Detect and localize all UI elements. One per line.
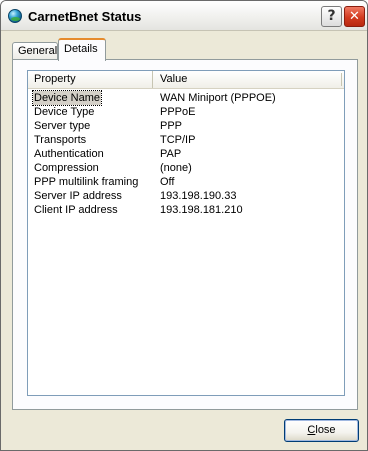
table-row[interactable]: PPP multilink framing Off [28,175,344,189]
close-button-label: Close [307,424,336,436]
help-button[interactable]: ? [321,6,342,27]
property-cell: Compression [34,162,99,174]
property-cell: PPP multilink framing [34,176,139,188]
value-cell: (none) [160,162,192,174]
value-cell: Off [160,176,175,188]
table-row[interactable]: Server IP address 193.198.190.33 [28,189,344,203]
value-cell: PAP [160,148,182,160]
value-cell: 193.198.190.33 [160,190,237,202]
details-list[interactable]: Property Value Device Name WAN Miniport (… [27,70,345,396]
column-header-property[interactable]: Property [28,71,153,88]
property-cell: Device Type [34,106,95,118]
table-row[interactable]: Server type PPP [28,119,344,133]
list-rows: Device Name WAN Miniport (PPPOE) Device Ty… [28,90,344,217]
column-divider [341,73,342,86]
table-row[interactable]: Compression (none) [28,161,344,175]
network-globe-icon [8,9,22,23]
status-dialog: CarnetBnet Status ? ✕ General Details Pr… [0,0,368,451]
property-cell: Transports [34,134,87,146]
table-row[interactable]: Client IP address 193.198.181.210 [28,203,344,217]
table-row[interactable]: Device Type PPPoE [28,105,344,119]
value-cell: PPPoE [160,106,196,118]
property-cell: Device Name [31,90,103,106]
table-row[interactable]: Device Name WAN Miniport (PPPOE) [28,90,344,106]
property-cell: Server IP address [34,190,122,202]
property-cell: Authentication [34,148,104,160]
title-bar[interactable]: CarnetBnet Status ? ✕ [1,1,367,31]
value-cell: PPP [160,120,183,132]
value-cell: TCP/IP [160,134,196,146]
window-close-button[interactable]: ✕ [344,6,365,27]
table-row[interactable]: Transports TCP/IP [28,133,344,147]
table-row[interactable]: Authentication PAP [28,147,344,161]
value-cell: 193.198.181.210 [160,204,243,216]
tab-details[interactable]: Details [58,38,106,61]
tab-general[interactable]: General [12,42,58,60]
column-header-value[interactable]: Value [154,71,344,88]
window-title: CarnetBnet Status [28,9,142,24]
value-cell: WAN Miniport (PPPOE) [160,92,276,104]
close-button[interactable]: Close [284,419,359,442]
property-cell: Client IP address [34,204,118,216]
list-header: Property Value [28,71,344,89]
details-panel: Property Value Device Name WAN Miniport (… [12,59,358,410]
property-cell: Server type [34,120,91,132]
